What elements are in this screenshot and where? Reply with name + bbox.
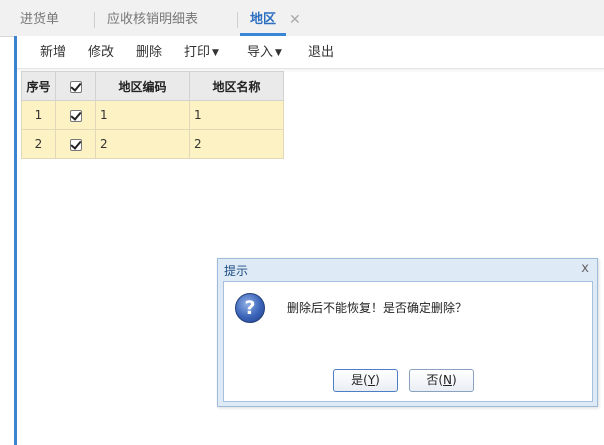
import-label: 导入 bbox=[247, 45, 274, 60]
header-region-code[interactable]: 地区编码 bbox=[95, 71, 190, 101]
tab-region[interactable]: 地区 bbox=[240, 0, 287, 36]
table-header-row: 序号 地区编码 地区名称 bbox=[21, 71, 284, 101]
toolbar: 新增 修改 删除 打印 ▼ 导入 ▼ 退出 bbox=[17, 36, 604, 69]
yes-button[interactable]: 是(Y) bbox=[333, 369, 398, 392]
yes-label: 是 bbox=[351, 373, 364, 387]
dialog-body: ? 删除后不能恢复！是否确定删除？ 是(Y) 否(N) bbox=[223, 281, 593, 402]
edit-button[interactable]: 修改 bbox=[88, 36, 114, 68]
dialog-title: 提示 bbox=[224, 264, 249, 278]
region-name-cell[interactable]: 1 bbox=[189, 100, 284, 130]
tab-receivable-detail[interactable]: 应收核销明细表 bbox=[107, 0, 198, 36]
header-index: 序号 bbox=[21, 71, 56, 101]
no-hotkey: N bbox=[443, 373, 452, 387]
question-icon: ? bbox=[235, 293, 265, 323]
new-button[interactable]: 新增 bbox=[40, 36, 66, 68]
checkbox-icon[interactable] bbox=[69, 80, 82, 93]
tab-close-icon[interactable]: ✕ bbox=[289, 0, 301, 40]
checkbox-icon[interactable] bbox=[69, 109, 82, 122]
dialog-message: 删除后不能恢复！是否确定删除？ bbox=[287, 301, 468, 315]
no-label: 否 bbox=[426, 373, 439, 387]
region-code-cell[interactable]: 1 bbox=[95, 100, 190, 130]
delete-button[interactable]: 删除 bbox=[136, 36, 162, 68]
row-index: 2 bbox=[21, 129, 56, 159]
chevron-down-icon: ▼ bbox=[275, 48, 282, 58]
print-button[interactable]: 打印 ▼ bbox=[184, 36, 219, 68]
exit-button[interactable]: 退出 bbox=[308, 36, 334, 68]
region-code-cell[interactable]: 2 bbox=[95, 129, 190, 159]
region-table: 序号 地区编码 地区名称 1 1 1 2 2 2 bbox=[21, 71, 284, 159]
tab-bar: 进货单 应收核销明细表 地区 ✕ bbox=[0, 0, 604, 37]
region-name-cell[interactable]: 2 bbox=[189, 129, 284, 159]
tab-purchase-order[interactable]: 进货单 bbox=[20, 0, 59, 36]
row-index: 1 bbox=[21, 100, 56, 130]
header-select-all[interactable] bbox=[55, 71, 96, 101]
import-button[interactable]: 导入 ▼ bbox=[247, 36, 282, 68]
row-checkbox[interactable] bbox=[55, 129, 96, 159]
print-label: 打印 bbox=[184, 45, 211, 60]
checkbox-icon[interactable] bbox=[69, 138, 82, 151]
close-icon[interactable]: x bbox=[581, 261, 589, 276]
left-accent-bar bbox=[14, 36, 17, 445]
chevron-down-icon: ▼ bbox=[212, 48, 219, 58]
row-checkbox[interactable] bbox=[55, 100, 96, 130]
table-row[interactable]: 1 1 1 bbox=[21, 100, 284, 130]
confirm-dialog: 提示 x ? 删除后不能恢复！是否确定删除？ 是(Y) 否(N) bbox=[217, 258, 598, 407]
header-region-name[interactable]: 地区名称 bbox=[189, 71, 284, 101]
table-row[interactable]: 2 2 2 bbox=[21, 129, 284, 159]
no-button[interactable]: 否(N) bbox=[409, 369, 474, 392]
yes-hotkey: Y bbox=[367, 373, 376, 387]
tab-divider bbox=[94, 12, 95, 28]
tab-divider bbox=[237, 12, 238, 28]
